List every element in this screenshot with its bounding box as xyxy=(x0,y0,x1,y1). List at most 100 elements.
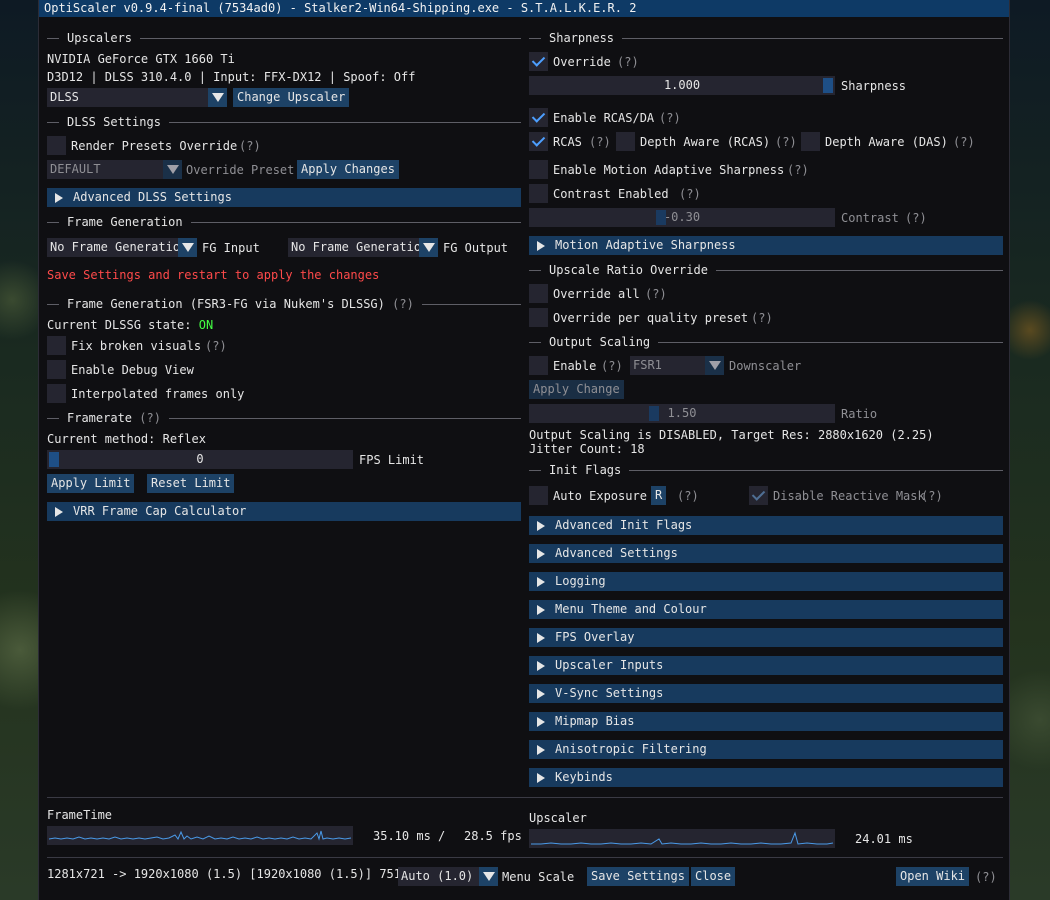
help-icon[interactable]: (?) xyxy=(589,135,611,149)
sharpness-override-checkbox[interactable] xyxy=(529,52,548,71)
rcas-da-checkbox[interactable] xyxy=(529,108,548,127)
dlss-settings-header: DLSS Settings xyxy=(67,115,161,129)
chevron-right-icon xyxy=(537,633,545,643)
help-icon[interactable]: (?) xyxy=(139,411,161,425)
mipmap-bias-header[interactable]: Mipmap Bias xyxy=(529,712,1003,731)
render-presets-checkbox[interactable] xyxy=(47,136,66,155)
slider-grab[interactable] xyxy=(649,406,659,421)
chevron-down-icon xyxy=(163,160,182,179)
contrast-slider[interactable]: -0.30 xyxy=(529,208,835,227)
slider-grab[interactable] xyxy=(49,452,59,467)
chevron-right-icon xyxy=(537,773,545,783)
framerate-method: Current method: Reflex xyxy=(47,432,206,446)
depth-aware-rcas-checkbox[interactable] xyxy=(616,132,635,151)
motion-adaptive-label: Enable Motion Adaptive Sharpness xyxy=(553,163,785,177)
depth-aware-rcas-label: Depth Aware (RCAS) xyxy=(640,135,771,149)
help-icon[interactable]: (?) xyxy=(645,287,667,301)
auto-exposure-r-button[interactable]: R xyxy=(651,486,667,505)
help-icon[interactable]: (?) xyxy=(953,135,975,149)
downscaler-select[interactable]: FSR1 xyxy=(630,356,724,375)
menu-scale-select[interactable]: Auto (1.0) xyxy=(398,867,498,886)
debug-view-checkbox[interactable] xyxy=(47,360,66,379)
fps-limit-slider[interactable]: 0 xyxy=(47,450,353,469)
help-icon[interactable]: (?) xyxy=(921,489,943,503)
help-icon[interactable]: (?) xyxy=(617,55,639,69)
render-presets-label: Render Presets Override xyxy=(71,139,238,153)
footer-divider xyxy=(47,797,1003,798)
override-all-checkbox[interactable] xyxy=(529,284,548,303)
help-icon[interactable]: (?) xyxy=(677,489,699,503)
fix-visuals-checkbox[interactable] xyxy=(47,336,66,355)
output-scaling-enable-checkbox[interactable] xyxy=(529,356,548,375)
close-button[interactable]: Close xyxy=(691,867,736,886)
upscaler-select[interactable]: DLSS xyxy=(47,88,227,107)
advanced-dlss-header[interactable]: Advanced DLSS Settings xyxy=(47,188,521,207)
help-icon[interactable]: (?) xyxy=(905,211,927,225)
advanced-settings-header[interactable]: Advanced Settings xyxy=(529,544,1003,563)
motion-adaptive-checkbox[interactable] xyxy=(529,160,548,179)
help-icon[interactable]: (?) xyxy=(239,139,261,153)
help-icon[interactable]: (?) xyxy=(775,135,797,149)
vsync-settings-header[interactable]: V-Sync Settings xyxy=(529,684,1003,703)
chevron-down-icon xyxy=(419,238,438,257)
anisotropic-filtering-header[interactable]: Anisotropic Filtering xyxy=(529,740,1003,759)
fps-overlay-header[interactable]: FPS Overlay xyxy=(529,628,1003,647)
window-title[interactable]: OptiScaler v0.9.4-final (7534ad0) - Stal… xyxy=(39,0,1009,17)
depth-aware-das-checkbox[interactable] xyxy=(801,132,820,151)
ratio-label: Ratio xyxy=(841,407,878,421)
advanced-init-flags-header[interactable]: Advanced Init Flags xyxy=(529,516,1003,535)
reset-limit-button[interactable]: Reset Limit xyxy=(147,474,235,493)
init-flags-header: Init Flags xyxy=(549,463,622,477)
upscalers-separator: Upscalers xyxy=(47,31,521,45)
apply-change-button[interactable]: Apply Change xyxy=(529,380,624,399)
upscaler-graph xyxy=(529,829,835,848)
output-scaling-status: Output Scaling is DISABLED, Target Res: … xyxy=(529,428,934,442)
save-settings-button[interactable]: Save Settings xyxy=(587,867,689,886)
init-flags-separator: Init Flags xyxy=(529,463,1003,477)
help-icon[interactable]: (?) xyxy=(787,163,809,177)
frametime-label: FrameTime xyxy=(47,808,113,822)
chevron-right-icon xyxy=(55,507,63,517)
depth-aware-das-label: Depth Aware (DAS) xyxy=(825,135,948,149)
fps-value: 28.5 fps xyxy=(464,829,522,843)
fg-output-select[interactable]: No Frame Generation xyxy=(288,238,438,257)
frametime-graph-line xyxy=(48,830,352,841)
fg-input-select[interactable]: No Frame Generation xyxy=(47,238,197,257)
keybinds-header[interactable]: Keybinds xyxy=(529,768,1003,787)
sharpness-slider[interactable]: 1.000 xyxy=(529,76,835,95)
slider-grab[interactable] xyxy=(823,78,833,93)
apply-limit-button[interactable]: Apply Limit xyxy=(47,474,135,493)
override-per-quality-checkbox[interactable] xyxy=(529,308,548,327)
framerate-header: Framerate xyxy=(67,411,133,425)
help-icon[interactable]: (?) xyxy=(679,187,701,201)
chevron-right-icon xyxy=(537,745,545,755)
menu-theme-header[interactable]: Menu Theme and Colour xyxy=(529,600,1003,619)
dlssg-state-value: ON xyxy=(198,318,214,332)
logging-header[interactable]: Logging xyxy=(529,572,1003,591)
override-preset-select[interactable]: DEFAULT xyxy=(47,160,182,179)
interpolated-only-checkbox[interactable] xyxy=(47,384,66,403)
change-upscaler-button[interactable]: Change Upscaler xyxy=(233,88,350,107)
help-icon[interactable]: (?) xyxy=(205,339,227,353)
open-wiki-button[interactable]: Open Wiki xyxy=(896,867,970,886)
rcas-label: RCAS xyxy=(553,135,582,149)
help-icon[interactable]: (?) xyxy=(601,359,623,373)
rcas-checkbox[interactable] xyxy=(529,132,548,151)
auto-exposure-checkbox[interactable] xyxy=(529,486,548,505)
contrast-enabled-checkbox[interactable] xyxy=(529,184,548,203)
fg-output-label: FG Output xyxy=(443,241,509,255)
help-icon[interactable]: (?) xyxy=(659,111,681,125)
dlss-settings-separator: DLSS Settings xyxy=(47,115,521,129)
upscaler-inputs-header[interactable]: Upscaler Inputs xyxy=(529,656,1003,675)
motion-adaptive-header[interactable]: Motion Adaptive Sharpness xyxy=(529,236,1003,255)
disable-reactive-mask-checkbox[interactable] xyxy=(749,486,768,505)
apply-changes-button[interactable]: Apply Changes xyxy=(297,160,399,179)
footer-divider-2 xyxy=(47,857,1003,858)
help-icon[interactable]: (?) xyxy=(975,870,997,884)
ratio-slider[interactable]: 1.50 xyxy=(529,404,835,423)
vrr-calculator-header[interactable]: VRR Frame Cap Calculator xyxy=(47,502,521,521)
override-preset-label: Override Preset xyxy=(186,163,295,177)
help-icon[interactable]: (?) xyxy=(392,297,414,311)
upscaler-time-value: 24.01 ms xyxy=(855,832,913,846)
help-icon[interactable]: (?) xyxy=(751,311,773,325)
